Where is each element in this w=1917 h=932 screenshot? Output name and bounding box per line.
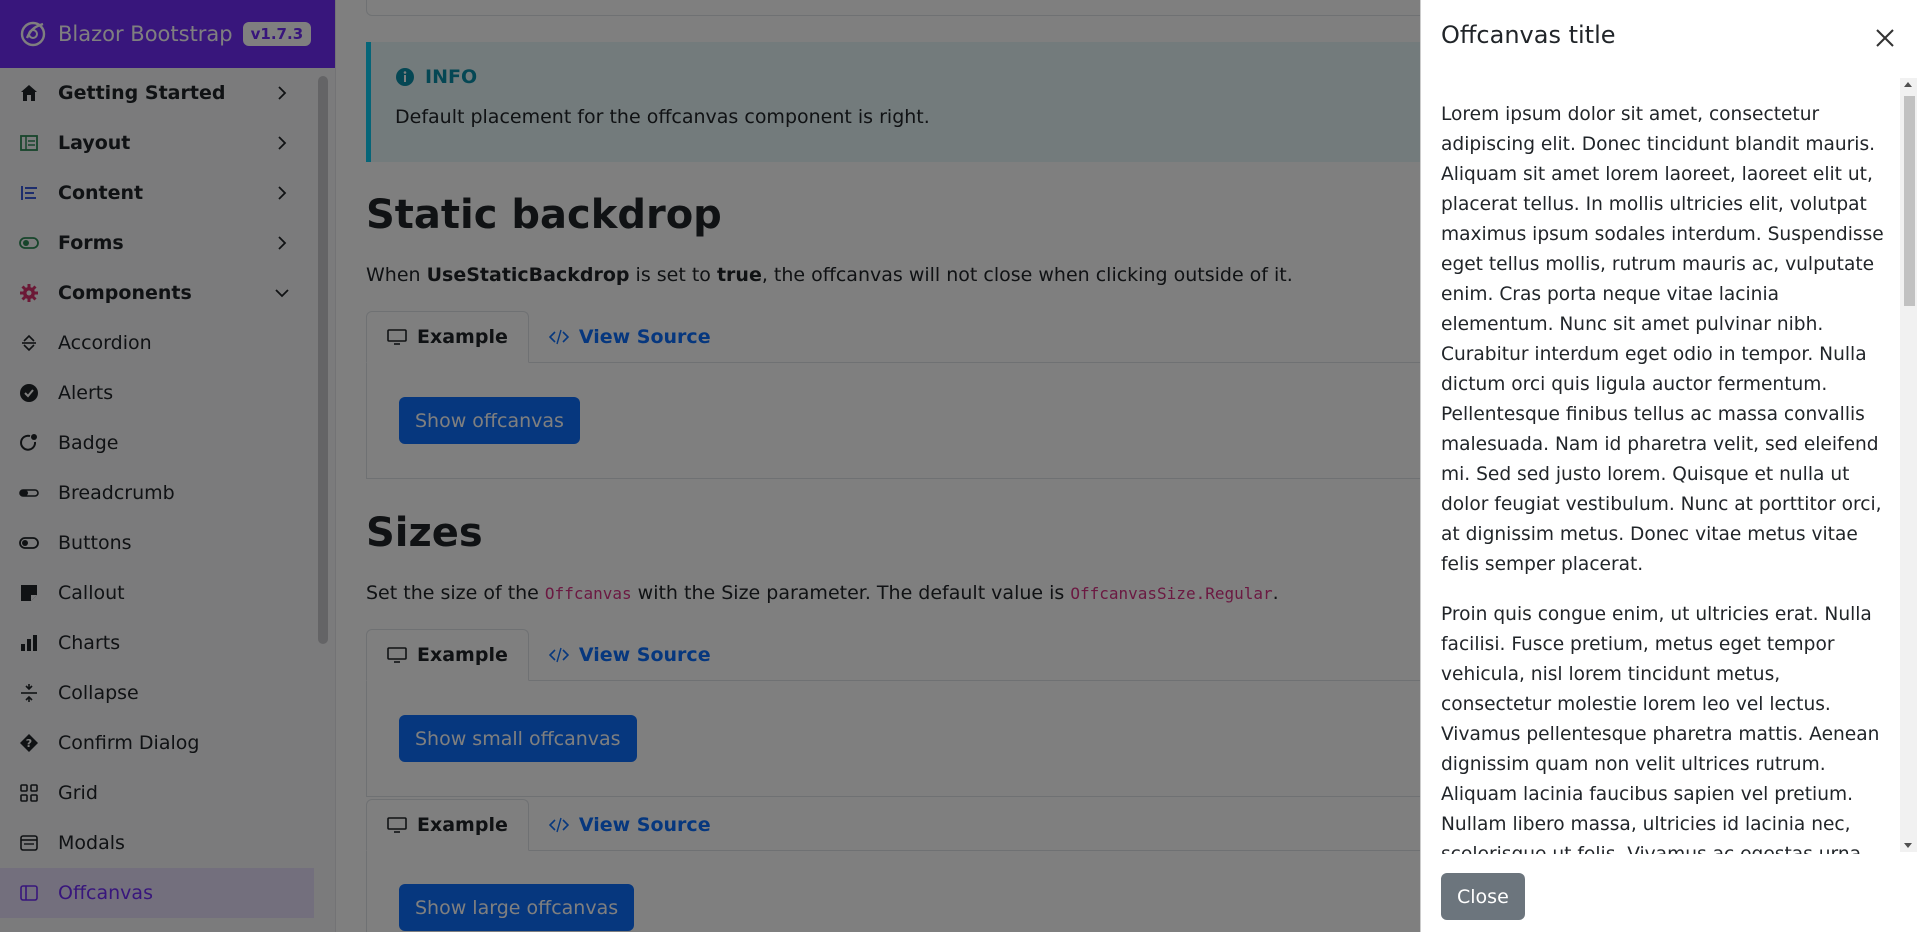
offcanvas-paragraph: Lorem ipsum dolor sit amet, consectetur …	[1441, 104, 1884, 575]
close-button[interactable]: Close	[1441, 873, 1525, 920]
offcanvas-header: Offcanvas title	[1421, 0, 1917, 76]
offcanvas-scrollbar[interactable]	[1900, 78, 1917, 852]
scroll-up-icon[interactable]	[1904, 82, 1912, 87]
close-icon[interactable]	[1871, 24, 1899, 52]
offcanvas-body: Lorem ipsum dolor sit amet, consectetur …	[1421, 78, 1901, 854]
offcanvas-title: Offcanvas title	[1441, 21, 1616, 49]
scrollbar-thumb[interactable]	[1904, 96, 1915, 306]
scroll-down-icon[interactable]	[1904, 843, 1912, 848]
offcanvas-panel: Offcanvas title Lorem ipsum dolor sit am…	[1420, 0, 1917, 932]
offcanvas-paragraph: Proin quis congue enim, ut ultricies era…	[1441, 604, 1880, 854]
